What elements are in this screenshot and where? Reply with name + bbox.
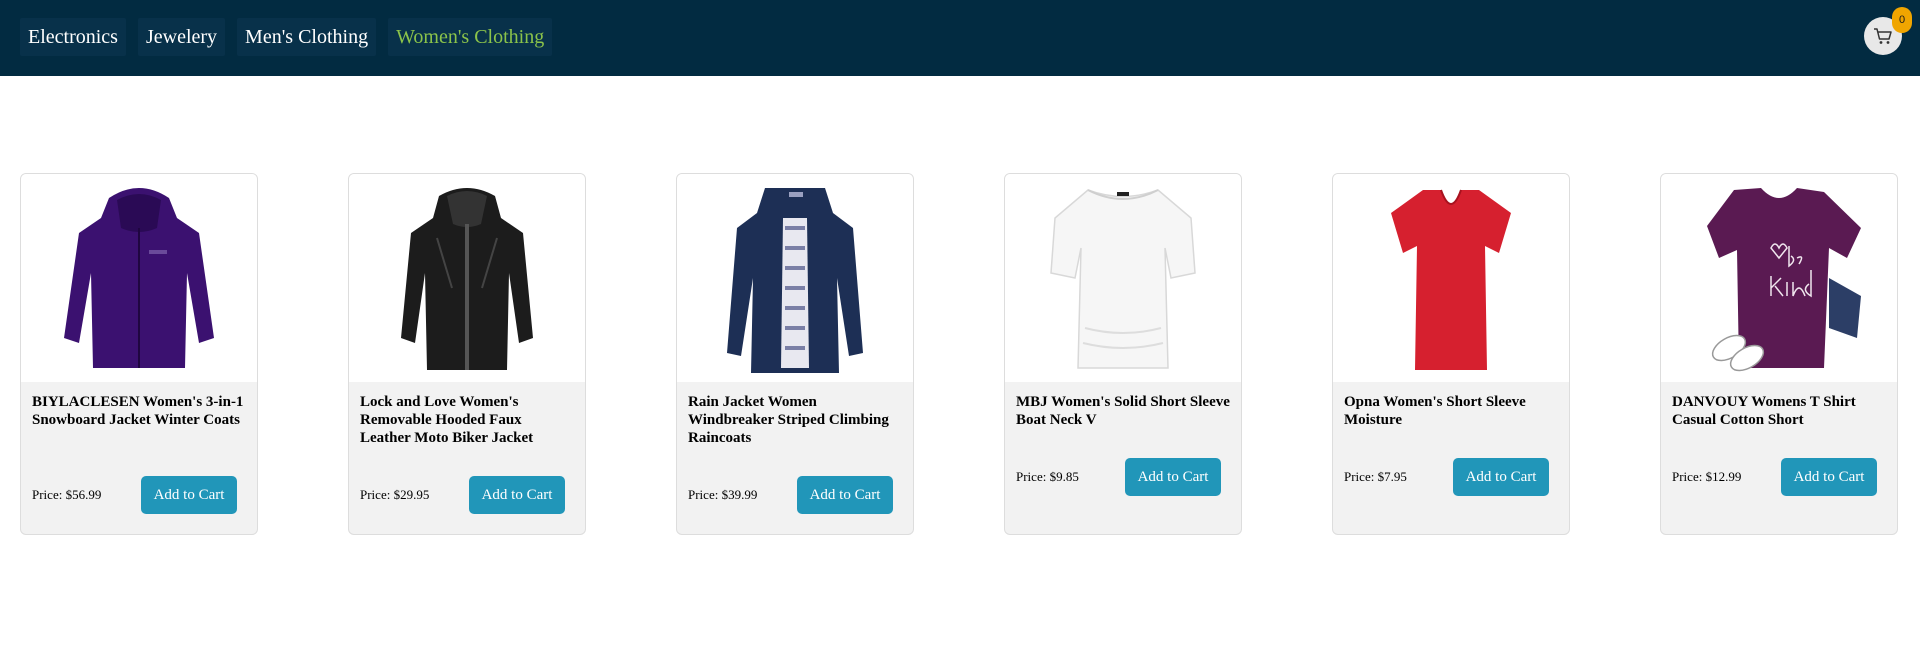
tab-jewelery[interactable]: Jewelery — [137, 18, 226, 56]
product-card: Lock and Love Women's Removable Hooded F… — [348, 173, 586, 535]
purple-jacket-image — [64, 188, 214, 368]
price-row: Price: $29.95 Add to Cart — [360, 476, 565, 514]
product-image-rain-jacket[interactable] — [677, 174, 913, 382]
product-price: Price: $39.99 — [688, 487, 758, 502]
product-image-leather-jacket[interactable] — [349, 174, 585, 382]
product-price: Price: $9.85 — [1016, 469, 1079, 484]
tab-electronics[interactable]: Electronics — [20, 18, 126, 56]
add-to-cart-button[interactable]: Add to Cart — [797, 476, 893, 514]
price-row: Price: $56.99 Add to Cart — [32, 476, 237, 514]
tab-mens-clothing[interactable]: Men's Clothing — [237, 18, 377, 56]
add-to-cart-button[interactable]: Add to Cart — [1781, 458, 1877, 496]
product-title: BIYLACLESEN Women's 3-in-1 Snowboard Jac… — [32, 394, 244, 428]
be-kind-tshirt-image — [1707, 188, 1861, 372]
navy-raincoat-image — [727, 188, 863, 373]
product-image-be-kind-tshirt[interactable] — [1661, 174, 1897, 382]
price-row: Price: $12.99 Add to Cart — [1672, 458, 1877, 496]
add-to-cart-button[interactable]: Add to Cart — [1125, 458, 1221, 496]
price-row: Price: $9.85 Add to Cart — [1016, 458, 1221, 496]
add-to-cart-button[interactable]: Add to Cart — [469, 476, 565, 514]
product-title: MBJ Women's Solid Short Sleeve Boat Neck… — [1016, 394, 1230, 428]
cart-count-badge: 0 — [1892, 7, 1912, 33]
product-price: Price: $29.95 — [360, 487, 430, 502]
product-title: Rain Jacket Women Windbreaker Striped Cl… — [688, 394, 889, 446]
price-row: Price: $39.99 Add to Cart — [688, 476, 893, 514]
tab-womens-clothing[interactable]: Women's Clothing — [388, 18, 553, 56]
white-top-image — [1050, 189, 1196, 369]
add-to-cart-button[interactable]: Add to Cart — [141, 476, 237, 514]
product-title: DANVOUY Womens T Shirt Casual Cotton Sho… — [1672, 394, 1856, 428]
product-title: Opna Women's Short Sleeve Moisture — [1344, 394, 1526, 428]
product-card: Opna Women's Short Sleeve Moisture Price… — [1332, 173, 1570, 535]
product-image-white-top[interactable] — [1005, 174, 1241, 382]
product-price: Price: $7.95 — [1344, 469, 1407, 484]
product-card: MBJ Women's Solid Short Sleeve Boat Neck… — [1004, 173, 1242, 535]
cart-icon — [1874, 28, 1892, 44]
category-tabs: Electronics Jewelery Men's Clothing Wome… — [20, 18, 553, 56]
product-card: Rain Jacket Women Windbreaker Striped Cl… — [676, 173, 914, 535]
product-title: Lock and Love Women's Removable Hooded F… — [360, 394, 534, 446]
product-price: Price: $12.99 — [1672, 469, 1742, 484]
red-shirt-image — [1391, 189, 1511, 370]
product-price: Price: $56.99 — [32, 487, 102, 502]
price-row: Price: $7.95 Add to Cart — [1344, 458, 1549, 496]
top-navbar: Electronics Jewelery Men's Clothing Wome… — [0, 0, 1920, 76]
black-jacket-image — [401, 188, 533, 370]
product-image-red-shirt[interactable] — [1333, 174, 1569, 382]
product-card: BIYLACLESEN Women's 3-in-1 Snowboard Jac… — [20, 173, 258, 535]
product-image-purple-jacket[interactable] — [21, 174, 257, 382]
add-to-cart-button[interactable]: Add to Cart — [1453, 458, 1549, 496]
product-card: DANVOUY Womens T Shirt Casual Cotton Sho… — [1660, 173, 1898, 535]
